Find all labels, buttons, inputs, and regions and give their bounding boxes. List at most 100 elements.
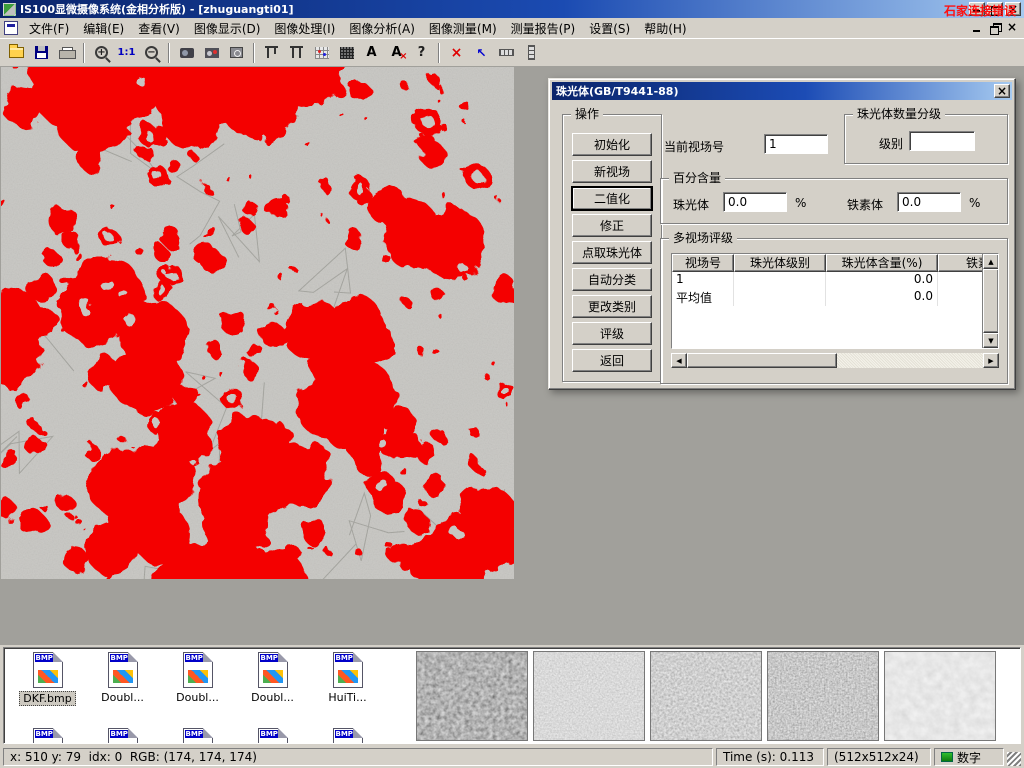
op-button-new-field[interactable]: 新视场: [572, 160, 652, 183]
toolbar: +1:1− AA? × ↖: [0, 38, 1024, 66]
op-button-pick-pearlite[interactable]: 点取珠光体: [572, 241, 652, 264]
zoom-out-button[interactable]: −: [139, 40, 164, 65]
dialog-title-bar[interactable]: 珠光体(GB/T9441-88): [552, 82, 1012, 100]
specimen-thumbnail-2[interactable]: [533, 651, 645, 741]
scroll-down-icon[interactable]: [983, 333, 999, 348]
multifield-table: 视场号珠光体级别珠光体含量(%)铁素 10.0平均值0.0: [671, 253, 999, 349]
file-item[interactable]: BMP: [160, 728, 235, 744]
file-item[interactable]: BMPHuiTi...: [310, 652, 385, 706]
mode-label: 数字: [957, 749, 981, 766]
op-button-auto-classify[interactable]: 自动分类: [572, 268, 652, 291]
menu-item-file[interactable]: 文件(F): [22, 17, 76, 40]
table-vertical-scrollbar[interactable]: [982, 254, 998, 348]
file-item[interactable]: BMPDoubl...: [85, 652, 160, 706]
table-cell: 平均值: [672, 289, 734, 306]
current-field-input[interactable]: [764, 134, 828, 154]
bmp-badge: BMP: [35, 654, 54, 662]
snapshot-button[interactable]: [224, 40, 249, 65]
menu-item-edit[interactable]: 编辑(E): [76, 17, 131, 40]
operation-group-label: 操作: [571, 107, 603, 122]
specimen-thumbnail-3[interactable]: [650, 651, 762, 741]
op-button-initialize[interactable]: 初始化: [572, 133, 652, 156]
print-button[interactable]: [54, 40, 79, 65]
text-annotate-button[interactable]: A: [359, 40, 384, 65]
menu-item-measure-report[interactable]: 测量报告(P): [504, 17, 583, 40]
caliper-button[interactable]: [259, 40, 284, 65]
menu-item-view[interactable]: 查看(V): [131, 17, 187, 40]
cut-button[interactable]: ×: [444, 40, 469, 65]
horizontal-scroll-thumb[interactable]: [687, 353, 837, 368]
save-button[interactable]: [29, 40, 54, 65]
specimen-thumbnail-4[interactable]: [767, 651, 879, 741]
grid-overlay-button[interactable]: [309, 40, 334, 65]
file-item[interactable]: BMPDoubl...: [235, 652, 310, 706]
column-header[interactable]: 视场号: [672, 254, 734, 272]
percent-sign: %: [969, 196, 980, 210]
video-camera-button[interactable]: [174, 40, 199, 65]
picker-button[interactable]: ↖: [469, 40, 494, 65]
resize-grip[interactable]: [1007, 752, 1021, 766]
open-button[interactable]: [4, 40, 29, 65]
menu-item-image-display[interactable]: 图像显示(D): [187, 17, 268, 40]
document-icon[interactable]: [4, 21, 18, 35]
table-row[interactable]: 平均值0.0: [672, 289, 982, 306]
caliper-alt-button[interactable]: [284, 40, 309, 65]
app-icon: [3, 3, 16, 16]
mode-status: 数字: [934, 748, 1004, 766]
scroll-up-icon[interactable]: [983, 254, 999, 269]
mdi-restore-icon[interactable]: [987, 21, 1003, 35]
picker-icon: ↖: [476, 47, 486, 59]
table-horizontal-scrollbar[interactable]: [671, 353, 999, 368]
camera-button[interactable]: [199, 40, 224, 65]
scroll-right-icon[interactable]: [983, 353, 999, 368]
menu-item-settings[interactable]: 设置(S): [582, 17, 637, 40]
file-item[interactable]: BMPDoubl...: [160, 652, 235, 706]
text-delete-button[interactable]: A: [384, 40, 409, 65]
help-button[interactable]: ?: [409, 40, 434, 65]
file-item[interactable]: BMP: [310, 728, 385, 744]
operation-buttons: 初始化新视场二值化修正点取珠光体自动分类更改类别评级返回: [563, 133, 661, 372]
percent-group: 百分含量 珠光体 % 铁素体 %: [660, 178, 1008, 224]
menu-item-image-analysis[interactable]: 图像分析(A): [342, 17, 422, 40]
column-header[interactable]: 铁素: [938, 254, 982, 272]
specimen-thumbnail-1[interactable]: [416, 651, 528, 741]
bmp-badge: BMP: [185, 730, 204, 738]
file-item[interactable]: BMP: [10, 728, 85, 744]
toolbar-separator: [168, 43, 170, 63]
mdi-minimize-icon[interactable]: [970, 21, 986, 35]
scroll-track[interactable]: [837, 353, 983, 368]
op-button-binarize[interactable]: 二值化: [572, 187, 652, 210]
menu-item-image-measure[interactable]: 图像测量(M): [422, 17, 504, 40]
ferrite-input[interactable]: [897, 192, 961, 212]
menu-item-help[interactable]: 帮助(H): [637, 17, 693, 40]
file-item[interactable]: BMP: [85, 728, 160, 744]
op-button-rate[interactable]: 评级: [572, 322, 652, 345]
vertical-scroll-thumb[interactable]: [983, 269, 999, 333]
dialog-close-icon[interactable]: [994, 84, 1010, 98]
op-button-correct[interactable]: 修正: [572, 214, 652, 237]
digital-mode-icon: [941, 752, 953, 762]
dialog-body: 操作 初始化新视场二值化修正点取珠光体自动分类更改类别评级返回 当前视场号 珠光…: [552, 100, 1012, 386]
grid-dark-button[interactable]: [334, 40, 359, 65]
menu-item-image-process[interactable]: 图像处理(I): [267, 17, 342, 40]
scroll-left-icon[interactable]: [671, 353, 687, 368]
file-item[interactable]: BMPDKF.bmp: [10, 652, 85, 706]
column-header[interactable]: 珠光体含量(%): [826, 254, 938, 272]
window-title: IS100显微摄像系统(金相分析版) - [zhuguangti01]: [20, 1, 294, 17]
actual-size-button[interactable]: 1:1: [114, 40, 139, 65]
ruler-v-button[interactable]: [519, 40, 544, 65]
zoom-in-button[interactable]: +: [89, 40, 114, 65]
file-item[interactable]: BMP: [235, 728, 310, 744]
level-input[interactable]: [909, 131, 975, 151]
micrograph-image[interactable]: [1, 67, 514, 579]
op-button-change-class[interactable]: 更改类别: [572, 295, 652, 318]
ruler-h-button[interactable]: [494, 40, 519, 65]
pearlite-input[interactable]: [723, 192, 787, 212]
op-button-return[interactable]: 返回: [572, 349, 652, 372]
specimen-thumbnail-5[interactable]: [884, 651, 996, 741]
column-header[interactable]: 珠光体级别: [734, 254, 826, 272]
mdi-close-icon[interactable]: [1004, 21, 1020, 35]
table-row[interactable]: 10.0: [672, 272, 982, 289]
toolbar-group: AA?: [259, 40, 434, 65]
application-window: IS100显微摄像系统(金相分析版) - [zhuguangti01] 石家连接…: [0, 0, 1024, 768]
